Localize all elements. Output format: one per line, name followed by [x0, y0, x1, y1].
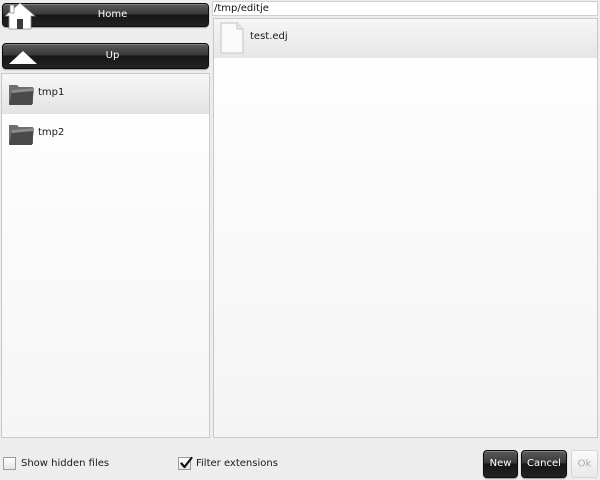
up-button-label: Up — [105, 50, 120, 61]
ok-button-label: Ok — [577, 458, 592, 470]
file-list[interactable]: test.edj — [213, 18, 598, 438]
up-button[interactable]: Up — [2, 43, 209, 69]
folder-icon — [9, 125, 34, 145]
folder-icon — [9, 85, 34, 105]
file-selector-window: Home Up tmp1 tmp2 /tmp/editje test.edj S… — [0, 0, 600, 480]
folder-item[interactable]: tmp1 — [2, 74, 209, 114]
show-hidden-files-checkbox[interactable] — [3, 457, 16, 470]
ok-button[interactable]: Ok — [571, 450, 598, 478]
folder-list[interactable]: tmp1 tmp2 — [1, 73, 210, 438]
file-name: test.edj — [250, 31, 288, 42]
filter-extensions-checkbox[interactable] — [178, 456, 193, 470]
home-button-label: Home — [97, 9, 128, 20]
new-button[interactable]: New — [483, 450, 518, 478]
folder-name: tmp2 — [38, 127, 65, 138]
folder-item[interactable]: tmp2 — [2, 114, 209, 154]
home-button[interactable]: Home — [2, 2, 209, 30]
cancel-button[interactable]: Cancel — [521, 450, 567, 478]
show-hidden-files-label: Show hidden files — [21, 458, 110, 469]
path-field[interactable]: /tmp/editje — [212, 1, 598, 16]
cancel-button-label: Cancel — [527, 458, 561, 469]
checkmark-icon — [180, 456, 193, 469]
new-button-label: New — [489, 458, 512, 469]
file-item[interactable]: test.edj — [214, 19, 597, 58]
file-icon — [220, 22, 244, 54]
folder-name: tmp1 — [38, 87, 65, 98]
filter-extensions-label: Filter extensions — [196, 458, 278, 469]
